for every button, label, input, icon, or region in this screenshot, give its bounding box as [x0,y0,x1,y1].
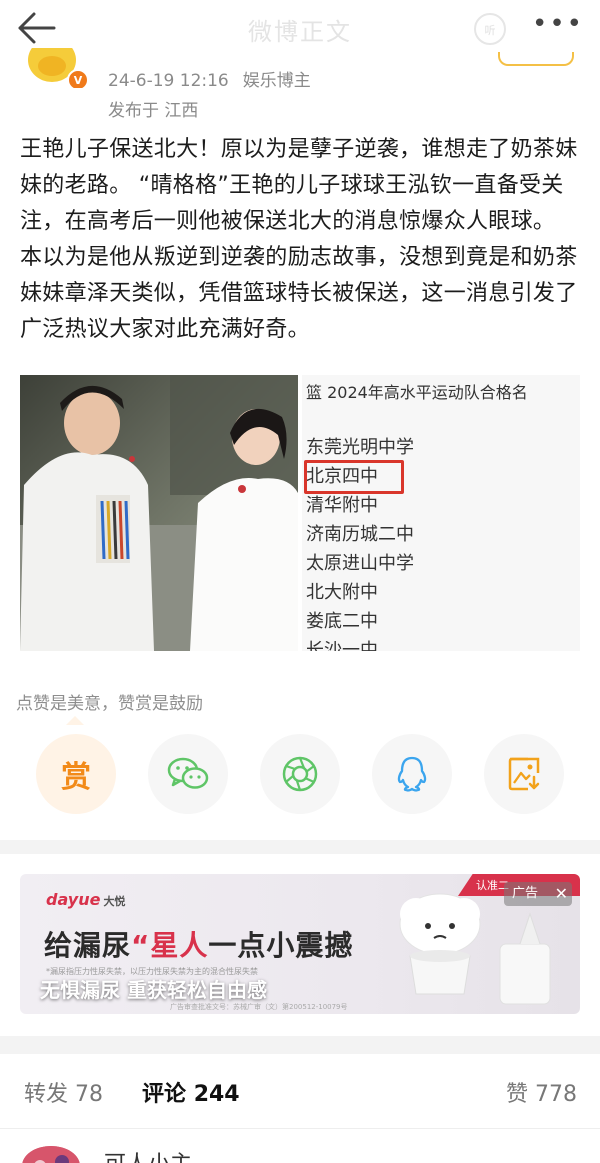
commenter-avatar[interactable] [22,1146,80,1163]
ad-slogan: 无惧漏尿 重获轻松自由感 [40,978,267,1002]
tab-likes[interactable]: 赞 778 [506,1076,577,1108]
section-divider [0,840,600,854]
listen-icon[interactable]: 听 [470,9,510,49]
section-divider [0,1036,600,1054]
tab-repost[interactable]: 转发 78 [24,1076,103,1108]
post-image-school-list[interactable]: 篮 2024年高水平运动队合格名 东莞光明中学 北京四中 清华附中 济南历城二中… [302,375,580,651]
wechat-icon [167,757,209,789]
post-image-photo[interactable] [20,375,298,651]
school-item: 长沙一中 [306,640,378,651]
commenter-name[interactable]: 可人小主 [104,1146,192,1163]
highlight-box [304,460,404,494]
post-source: 娱乐博主 [242,71,311,91]
svg-text:听: 听 [485,24,496,37]
tab-comments[interactable]: 评论 244 [142,1076,240,1108]
post-body-text: 王艳儿子保送北大！原以为是孽子逆袭，谁想走了奶茶妹妹的老路。 “晴格格”王艳的儿… [20,137,578,342]
school-item: 清华附中 [306,495,378,516]
post-meta: 24-6-19 12:16 娱乐博主 [108,66,325,91]
tab-separator [0,1128,600,1129]
save-image-button[interactable] [484,734,564,814]
ad-brand-logo: dayue 大悦 [46,890,126,909]
close-icon[interactable]: ✕ [555,882,568,906]
save-image-icon [508,757,540,791]
qq-icon [397,756,427,792]
svg-text:V: V [74,74,83,87]
author-avatar[interactable]: V [26,48,92,88]
school-list-heading: 篮 2024年高水平运动队合格名 [306,383,528,402]
more-options-button[interactable]: ••• [532,11,584,37]
reward-icon: 赏 [61,760,91,795]
follow-button[interactable] [498,52,574,66]
advertisement-banner[interactable]: 认准二 dayue 大悦 给漏尿“星人一点小震撼 *漏尿指压力性尿失禁，以压力性尿… [20,874,580,1014]
school-item: 太原进山中学 [306,553,414,574]
hint-pointer [66,716,84,725]
school-item: 北大附中 [306,582,378,603]
ad-footer-text: 广告审查批准文号：苏械广审（文）第200512-10079号 [170,1003,348,1011]
school-item: 东莞光明中学 [306,437,414,458]
share-moments-button[interactable] [260,734,340,814]
interaction-tabs: 转发 78 评论 244 赞 778 [0,1054,600,1128]
reward-hint: 点赞是美意，赞赏是鼓励 [16,694,203,714]
reward-button[interactable]: 赏 [36,734,116,814]
school-item: 娄底二中 [306,611,378,632]
share-row: 赏 [0,734,600,814]
share-wechat-button[interactable] [148,734,228,814]
page-title: 微博正文 [248,18,352,46]
post-date: 24-6-19 12:16 [108,71,229,91]
share-qq-button[interactable] [372,734,452,814]
moments-icon [282,756,318,792]
ad-headline: 给漏尿“星人一点小震撼 [44,929,354,962]
school-item: 济南历城二中 [306,524,414,545]
post-location: 发布于 江西 [108,101,199,121]
